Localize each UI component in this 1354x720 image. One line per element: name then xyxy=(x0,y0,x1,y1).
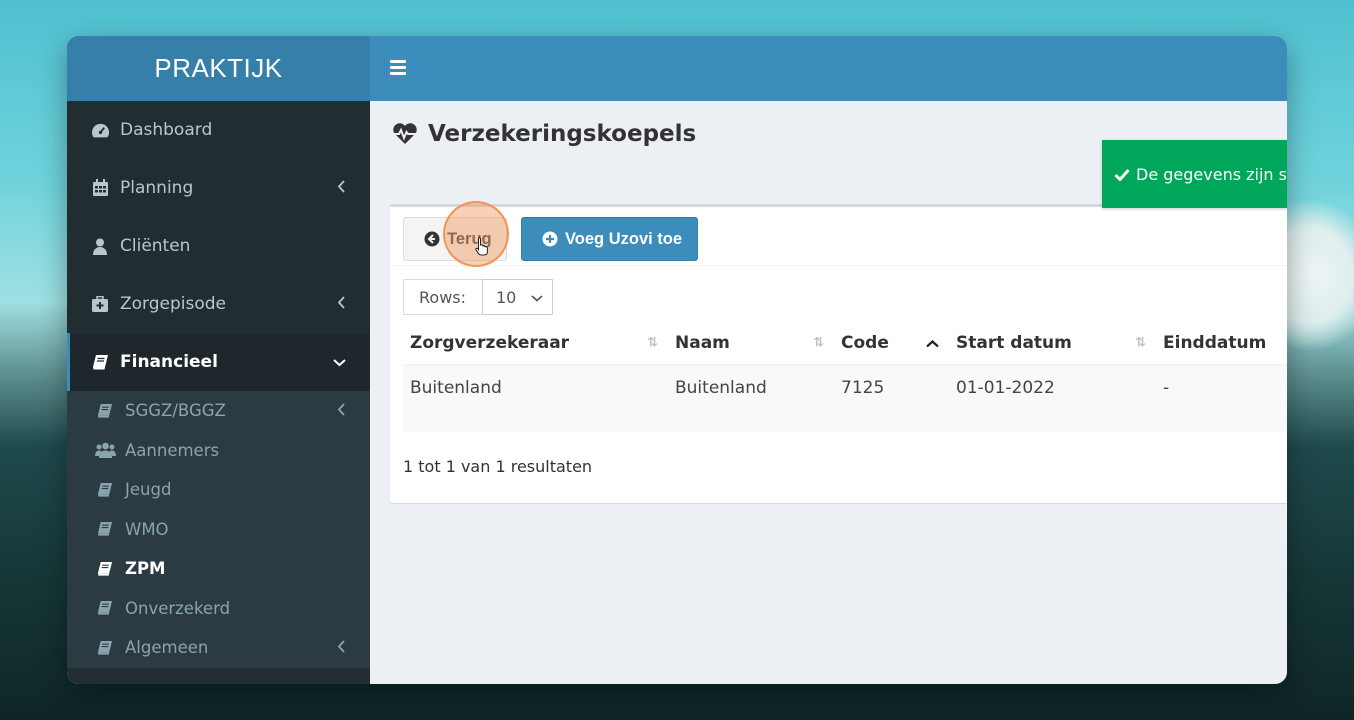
sidebar-subitem-jeugd[interactable]: Jeugd xyxy=(67,470,370,510)
sidebar-item-dashboard[interactable]: Dashboard xyxy=(67,101,370,159)
sidebar-item-planning[interactable]: Planning xyxy=(67,159,370,217)
sidebar-item-label: Cliënten xyxy=(120,236,191,256)
sidebar-subitem-zpm[interactable]: ZPM xyxy=(67,549,370,589)
toast-message: De gegevens zijn succesvol gewijzigd, da… xyxy=(1136,164,1287,184)
sidebar-subitem-label: Jeugd xyxy=(125,480,172,500)
sidebar-item-label: Dashboard xyxy=(120,120,213,140)
rows-select-value: 10 xyxy=(496,287,517,307)
book-icon xyxy=(94,403,116,419)
rows-per-page: Rows: 10 xyxy=(403,279,553,315)
chevron-down-icon xyxy=(333,353,346,371)
table-row[interactable]: Buitenland Buitenland 7125 01-01-2022 - xyxy=(403,366,1287,432)
column-header-code[interactable]: Code xyxy=(834,322,949,364)
sort-icon: ⇅ xyxy=(813,335,824,351)
data-table: Zorgverzekeraar ⇅ Naam ⇅ Code Start datu… xyxy=(403,322,1287,432)
dashboard-icon xyxy=(89,122,111,139)
rows-label: Rows: xyxy=(403,279,482,315)
table-cell: - xyxy=(1163,378,1170,398)
heartbeat-icon xyxy=(392,123,418,145)
sidebar-subitem-onverzekerd[interactable]: Onverzekerd xyxy=(67,589,370,629)
content-box: Terug Voeg Uzovi toe Rows: 10 Zorgverzek… xyxy=(390,201,1287,503)
sidebar-subitem-label: SGGZ/BGGZ xyxy=(125,401,226,421)
sidebar-subitem-sggz-bggz[interactable]: SGGZ/BGGZ xyxy=(67,391,370,431)
column-label: Zorgverzekeraar xyxy=(410,333,570,353)
arrow-circle-left-icon xyxy=(424,231,440,247)
sidebar: PRAKTIJK Dashboard Planning Cliënten Zor… xyxy=(67,36,370,684)
check-icon xyxy=(1114,168,1130,181)
column-label: Start datum xyxy=(956,333,1072,353)
table-header: Zorgverzekeraar ⇅ Naam ⇅ Code Start datu… xyxy=(403,322,1287,366)
chevron-left-icon xyxy=(337,179,346,197)
sidebar-item-label: Zorgepisode xyxy=(120,294,227,314)
book-icon xyxy=(94,640,116,656)
sidebar-subitem-label: WMO xyxy=(125,519,169,539)
sidebar-subitem-wmo[interactable]: WMO xyxy=(67,510,370,550)
book-icon xyxy=(94,521,116,537)
chevron-left-icon xyxy=(337,295,346,313)
page-title-text: Verzekeringskoepels xyxy=(428,121,697,147)
financieel-submenu: SGGZ/BGGZ Aannemers Jeugd WMO ZPM Onverz… xyxy=(67,391,370,668)
sidebar-item-zorgepisode[interactable]: Zorgepisode xyxy=(67,275,370,333)
chevron-left-icon xyxy=(337,639,346,657)
sidebar-subitem-label: Onverzekerd xyxy=(125,598,231,618)
table-cell: 01-01-2022 xyxy=(956,378,1055,398)
sidebar-item-clienten[interactable]: Cliënten xyxy=(67,217,370,275)
table-cell: Buitenland xyxy=(675,378,767,398)
medkit-icon xyxy=(89,295,111,313)
book-icon xyxy=(94,600,116,616)
chevron-left-icon xyxy=(337,402,346,420)
calendar-icon xyxy=(89,179,111,197)
sidebar-item-label: Planning xyxy=(120,178,194,198)
add-uzovi-button[interactable]: Voeg Uzovi toe xyxy=(521,217,698,261)
table-cell: 7125 xyxy=(841,378,885,398)
sidebar-subitem-algemeen[interactable]: Algemeen xyxy=(67,628,370,668)
hand-cursor-icon xyxy=(475,236,489,260)
results-info: 1 tot 1 van 1 resultaten xyxy=(403,457,593,476)
book-icon xyxy=(94,561,116,577)
users-icon xyxy=(94,442,116,459)
sidebar-subitem-label: Algemeen xyxy=(125,638,209,658)
column-header-zorgverzekeraar[interactable]: Zorgverzekeraar ⇅ xyxy=(403,322,668,364)
column-header-einddatum[interactable]: Einddatum xyxy=(1156,322,1286,364)
box-toolbar: Terug Voeg Uzovi toe xyxy=(390,201,1287,267)
plus-circle-icon xyxy=(542,231,558,247)
column-header-naam[interactable]: Naam ⇅ xyxy=(668,322,834,364)
sidebar-item-financieel[interactable]: Financieel xyxy=(67,333,370,391)
column-header-start-datum[interactable]: Start datum ⇅ xyxy=(949,322,1156,364)
app-window: PRAKTIJK Dashboard Planning Cliënten Zor… xyxy=(67,36,1287,684)
success-toast[interactable]: De gegevens zijn succesvol gewijzigd, da… xyxy=(1102,140,1287,208)
top-navbar xyxy=(370,36,1287,101)
column-label: Naam xyxy=(675,333,730,353)
book-icon xyxy=(94,482,116,498)
main-content: Verzekeringskoepels Terug Voeg Uzovi toe xyxy=(370,101,1287,684)
app-logo[interactable]: PRAKTIJK xyxy=(67,36,370,101)
chevron-down-icon xyxy=(531,288,543,307)
sidebar-subitem-label: Aannemers xyxy=(125,440,220,460)
sidebar-subitem-label: ZPM xyxy=(125,559,166,579)
column-label: Code xyxy=(841,333,889,353)
sidebar-subitem-aannemers[interactable]: Aannemers xyxy=(67,431,370,471)
page-title: Verzekeringskoepels xyxy=(392,121,696,147)
sort-ascending-icon xyxy=(926,334,939,352)
back-button[interactable]: Terug xyxy=(403,217,507,261)
table-cell: Buitenland xyxy=(410,378,502,398)
sort-icon: ⇅ xyxy=(647,335,658,351)
rows-select[interactable]: 10 xyxy=(482,279,553,315)
column-label: Einddatum xyxy=(1163,333,1267,353)
sort-icon: ⇅ xyxy=(1135,335,1146,351)
book-icon xyxy=(89,354,111,371)
user-icon xyxy=(89,238,111,255)
add-uzovi-button-label: Voeg Uzovi toe xyxy=(565,229,683,248)
menu-toggle-icon[interactable] xyxy=(390,60,406,75)
sidebar-item-label: Financieel xyxy=(120,352,218,372)
